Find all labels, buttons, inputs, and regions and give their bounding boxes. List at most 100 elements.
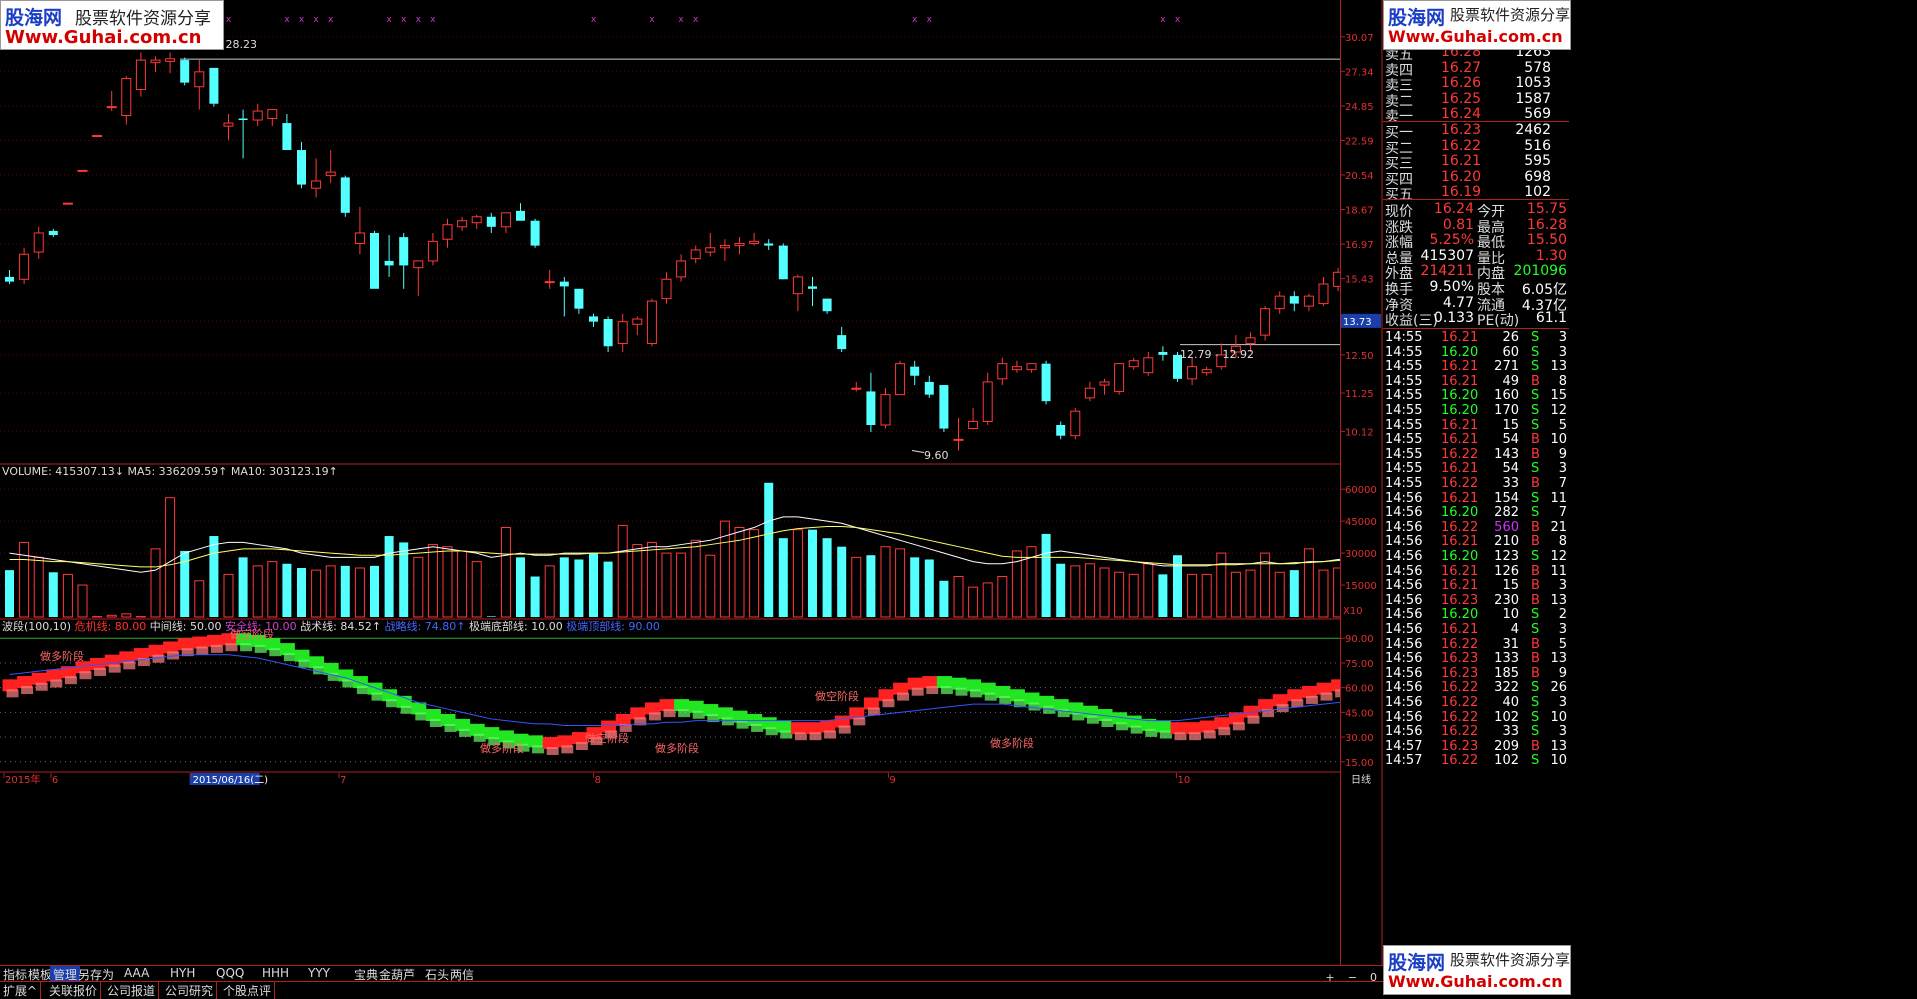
candle [253, 104, 262, 126]
info-tab[interactable]: 公司研究 [162, 982, 217, 999]
volume-bar [1158, 574, 1167, 617]
stat-value: 16.28 [1527, 217, 1567, 233]
indicator-tick-label: 75.00 [1345, 659, 1374, 670]
tick-time: 14:57 [1385, 753, 1422, 768]
candle-body [939, 385, 948, 428]
tick-time: 14:55 [1385, 447, 1422, 462]
candle-body [312, 181, 321, 188]
tick-time: 14:56 [1385, 651, 1422, 666]
toolbar-button[interactable]: QQQ [213, 966, 247, 980]
indicator-toolbar: 指标模板管理另存为AAAHYHQQQHHHYYY宝典金葫芦石头两信 + − 0 [0, 965, 1383, 982]
tactical-shadow [196, 647, 208, 655]
volume-bar [107, 615, 116, 617]
candle [268, 110, 277, 127]
indicator-param: 危机线: 80.00 [75, 619, 147, 633]
indicator-tick-label: 90.00 [1345, 634, 1374, 645]
event-marker: x [401, 15, 407, 25]
book-price: 16.19 [1441, 184, 1481, 200]
candle [385, 235, 394, 277]
stat-value: 16.24 [1434, 201, 1474, 217]
tactical-shadow [824, 731, 836, 739]
tactical-shadow [415, 712, 427, 720]
volume-bar [954, 577, 963, 617]
watermark-url: Www.Guhai.com.cn [1388, 27, 1563, 46]
tick-list[interactable]: 14:5516.2126S314:5516.2060S314:5516.2127… [1383, 330, 1569, 950]
candle [1290, 291, 1299, 311]
candle-body [78, 170, 87, 171]
book-price: 16.20 [1441, 169, 1481, 185]
toolbar-button[interactable]: HHH [259, 966, 292, 980]
indicator-param: 战略线: 74.80↑ [381, 619, 465, 633]
price-marker-label: 13.73 [1343, 317, 1372, 328]
candle [428, 233, 437, 265]
tick-count: 7 [1559, 505, 1567, 520]
event-marker: x [1160, 15, 1166, 25]
info-tab[interactable]: 扩展^ [0, 982, 41, 999]
indicator-param: 中间线: 50.00 [146, 619, 221, 633]
tick-count: 10 [1550, 432, 1567, 447]
candle-body [1100, 382, 1109, 385]
candle-body [355, 233, 364, 244]
tick-time: 14:56 [1385, 593, 1422, 608]
candle [49, 229, 58, 237]
bid-book: 买一16.232462买二16.22516买三16.21595买四16.2069… [1383, 122, 1569, 202]
tick-time: 14:56 [1385, 695, 1422, 710]
tick-price: 16.20 [1441, 505, 1478, 520]
price-tick-label: 24.85 [1345, 102, 1374, 113]
volume-tick-label: 15000 [1345, 581, 1377, 592]
candle-body [428, 241, 437, 261]
tick-price: 16.21 [1441, 564, 1478, 579]
volume-bar [341, 566, 350, 617]
price-tick-label: 30.07 [1345, 33, 1374, 44]
tactical-shadow [737, 721, 749, 729]
x-axis-label: 7 [340, 775, 346, 786]
volume-bar [297, 568, 306, 617]
book-price: 16.21 [1441, 153, 1481, 169]
volume-bar [677, 553, 686, 617]
candle [633, 316, 642, 335]
candle-body [107, 107, 116, 108]
candle-body [136, 60, 145, 89]
tick-count: 2 [1559, 607, 1567, 622]
volume-bar [1056, 564, 1065, 617]
tick-time: 14:56 [1385, 666, 1422, 681]
info-tab[interactable]: 关联报价 [46, 982, 101, 999]
toolbar-button[interactable]: YYY [305, 966, 333, 980]
indicator-param: 战术线: 84.52↑ [297, 619, 381, 633]
tactical-shadow [1160, 731, 1172, 739]
volume-bar [808, 530, 817, 617]
volume-bar [793, 530, 802, 617]
candle-body [385, 261, 394, 266]
tick-volume: 33 [1502, 476, 1519, 491]
stage-label: 做多阶段 [40, 649, 84, 663]
tick-count: 3 [1559, 578, 1567, 593]
toolbar-button[interactable]: AAA [121, 966, 152, 980]
candle-body [268, 110, 277, 119]
main-chart-area[interactable]: xxxxxxxxxxxxxxxxxxx0.9428.30 - 28.2312.7… [0, 0, 1340, 965]
tactical-shadow [401, 706, 413, 714]
candle [560, 277, 569, 316]
candle [589, 314, 598, 327]
stat-value: 5.25% [1430, 232, 1474, 248]
stat-value: 415307 [1421, 248, 1474, 264]
tick-count: 21 [1550, 520, 1567, 535]
toolbar-button[interactable]: HYH [167, 966, 198, 980]
volume-bar [122, 614, 131, 617]
event-marker: x [912, 15, 918, 25]
volume-bar [49, 572, 58, 617]
quote-panel: 卖五16.281263卖四16.27578卖三16.261053卖二16.251… [1383, 0, 1917, 998]
annotation-label: 12.79 - 12.92 [1180, 348, 1254, 361]
tactical-shadow [1291, 699, 1303, 707]
volume-bar [326, 566, 335, 617]
info-tab[interactable]: 个股点评 [220, 982, 275, 999]
info-tab[interactable]: 公司报道 [104, 982, 159, 999]
candle [1188, 358, 1197, 385]
tick-volume: 54 [1502, 461, 1519, 476]
tick-count: 26 [1550, 680, 1567, 695]
tick-price: 16.21 [1441, 432, 1478, 447]
tick-time: 14:56 [1385, 637, 1422, 652]
tick-price: 16.22 [1441, 637, 1478, 652]
volume-bar [881, 547, 890, 617]
candle-body [180, 60, 189, 83]
volume-bar [282, 564, 291, 617]
